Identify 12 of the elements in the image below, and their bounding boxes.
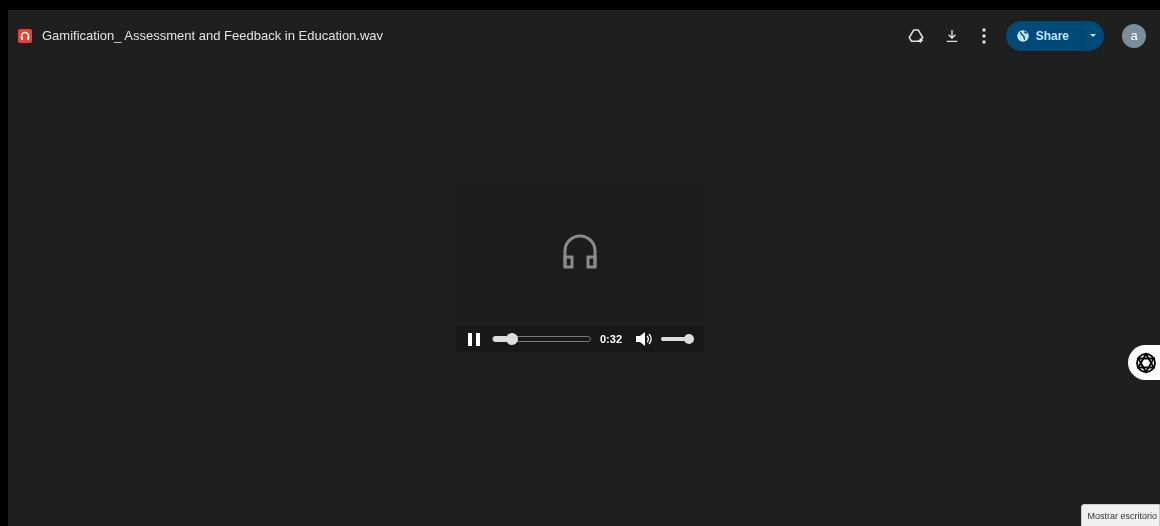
progress-slider[interactable] bbox=[492, 336, 591, 342]
tooltip: Mostrar escritorio bbox=[1081, 504, 1160, 526]
share-button[interactable]: Share bbox=[1005, 21, 1104, 51]
audio-file-icon bbox=[18, 29, 32, 43]
volume-icon[interactable] bbox=[636, 332, 654, 346]
file-title: Gamification_ Assessment and Feedback in Education.wav bbox=[42, 27, 384, 46]
share-label: Share bbox=[1035, 28, 1069, 45]
globe-icon bbox=[1015, 29, 1030, 43]
flower-icon bbox=[1134, 350, 1158, 375]
time-label: 0:32 bbox=[600, 331, 623, 347]
headphones-icon bbox=[562, 232, 598, 271]
pause-icon[interactable] bbox=[468, 332, 480, 346]
